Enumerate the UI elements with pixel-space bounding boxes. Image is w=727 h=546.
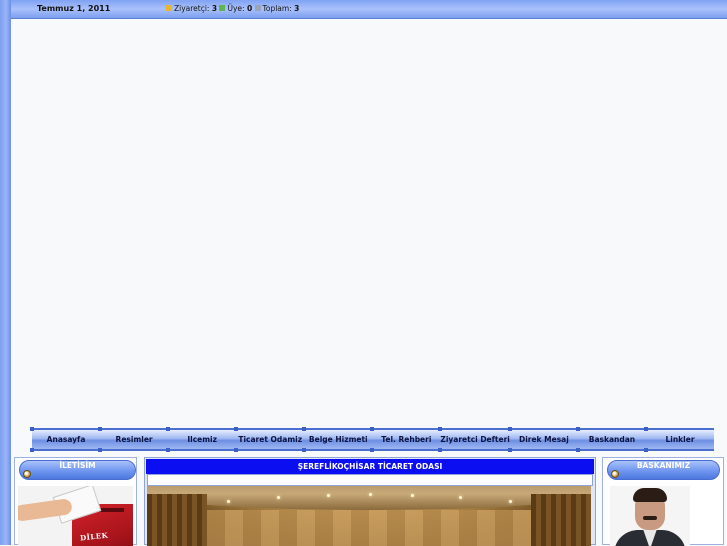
contact-box-header: İLETİSİM (19, 460, 136, 480)
member-label: Üye: (227, 4, 245, 13)
main-title: ŞEREFLİKOÇHİSAR TİCARET ODASI (146, 459, 594, 474)
nav-item-ilcemiz[interactable]: Ilcemiz (166, 427, 237, 452)
main-nav-bar: Anasayfa Resimler Ilcemiz Ticaret Odamiz… (29, 427, 715, 452)
photo-wall-panels (207, 510, 531, 546)
visitor-count: 3 (211, 4, 218, 13)
visitor-label: Ziyaretçi: (174, 4, 210, 13)
portrait-mustache (643, 516, 657, 520)
main-subbar (147, 474, 593, 486)
nav-item-belge-hizmeti[interactable]: Belge Hizmeti (302, 427, 373, 452)
ceiling-light (411, 494, 414, 497)
ceiling-light (459, 496, 462, 499)
nav-item-linkler[interactable]: Linkler (643, 427, 715, 452)
top-status-bar: Temmuz 1, 2011 Ziyaretçi: 3 Üye: 0 Topla… (11, 0, 727, 19)
bullet-icon (611, 470, 619, 478)
visitor-stats: Ziyaretçi: 3 Üye: 0 Toplam: 3 (166, 4, 299, 13)
nav-item-tel-rehberi[interactable]: Tel. Rehberi (370, 427, 441, 452)
petition-box-image[interactable]: DİLEK (18, 486, 133, 546)
hall-photo (147, 486, 591, 546)
photo-curtain-left (147, 494, 207, 546)
president-box-header: BASKANIMIZ (607, 460, 720, 480)
visitor-icon (166, 5, 172, 11)
total-count: 3 (294, 4, 300, 13)
ceiling-light (327, 494, 330, 497)
bullet-icon (23, 470, 31, 478)
ceiling-light (369, 493, 372, 496)
contact-box-title: İLETİSİM (59, 461, 96, 470)
president-box-title: BASKANIMIZ (636, 461, 691, 470)
nav-item-ziyaretci-defteri[interactable]: Ziyaretci Defteri (438, 427, 510, 452)
main-content-panel: ŞEREFLİKOÇHİSAR TİCARET ODASI (144, 457, 596, 546)
portrait-hair (633, 488, 667, 502)
ceiling-light (227, 500, 230, 503)
nav-item-direk-mesaj[interactable]: Direk Mesaj (507, 427, 578, 452)
member-count: 0 (246, 4, 253, 13)
ceiling-light (509, 500, 512, 503)
total-icon (254, 5, 261, 11)
photo-curtain-right (531, 494, 591, 546)
contact-box: İLETİSİM DİLEK (14, 457, 137, 546)
president-box: BASKANIMIZ (602, 457, 724, 546)
nav-item-resimler[interactable]: Resimler (98, 427, 169, 452)
total-label: Toplam: (262, 4, 292, 13)
president-portrait[interactable] (610, 486, 690, 546)
nav-item-anasayfa[interactable]: Anasayfa (29, 427, 101, 452)
ceiling-light (277, 496, 280, 499)
member-icon (219, 5, 226, 11)
nav-item-baskandan[interactable]: Baskandan (575, 427, 646, 452)
nav-item-ticaret-odamiz[interactable]: Ticaret Odamiz (234, 427, 305, 452)
photo-ceiling (147, 486, 591, 510)
left-side-stripe (0, 0, 11, 545)
current-date: Temmuz 1, 2011 (37, 4, 111, 13)
